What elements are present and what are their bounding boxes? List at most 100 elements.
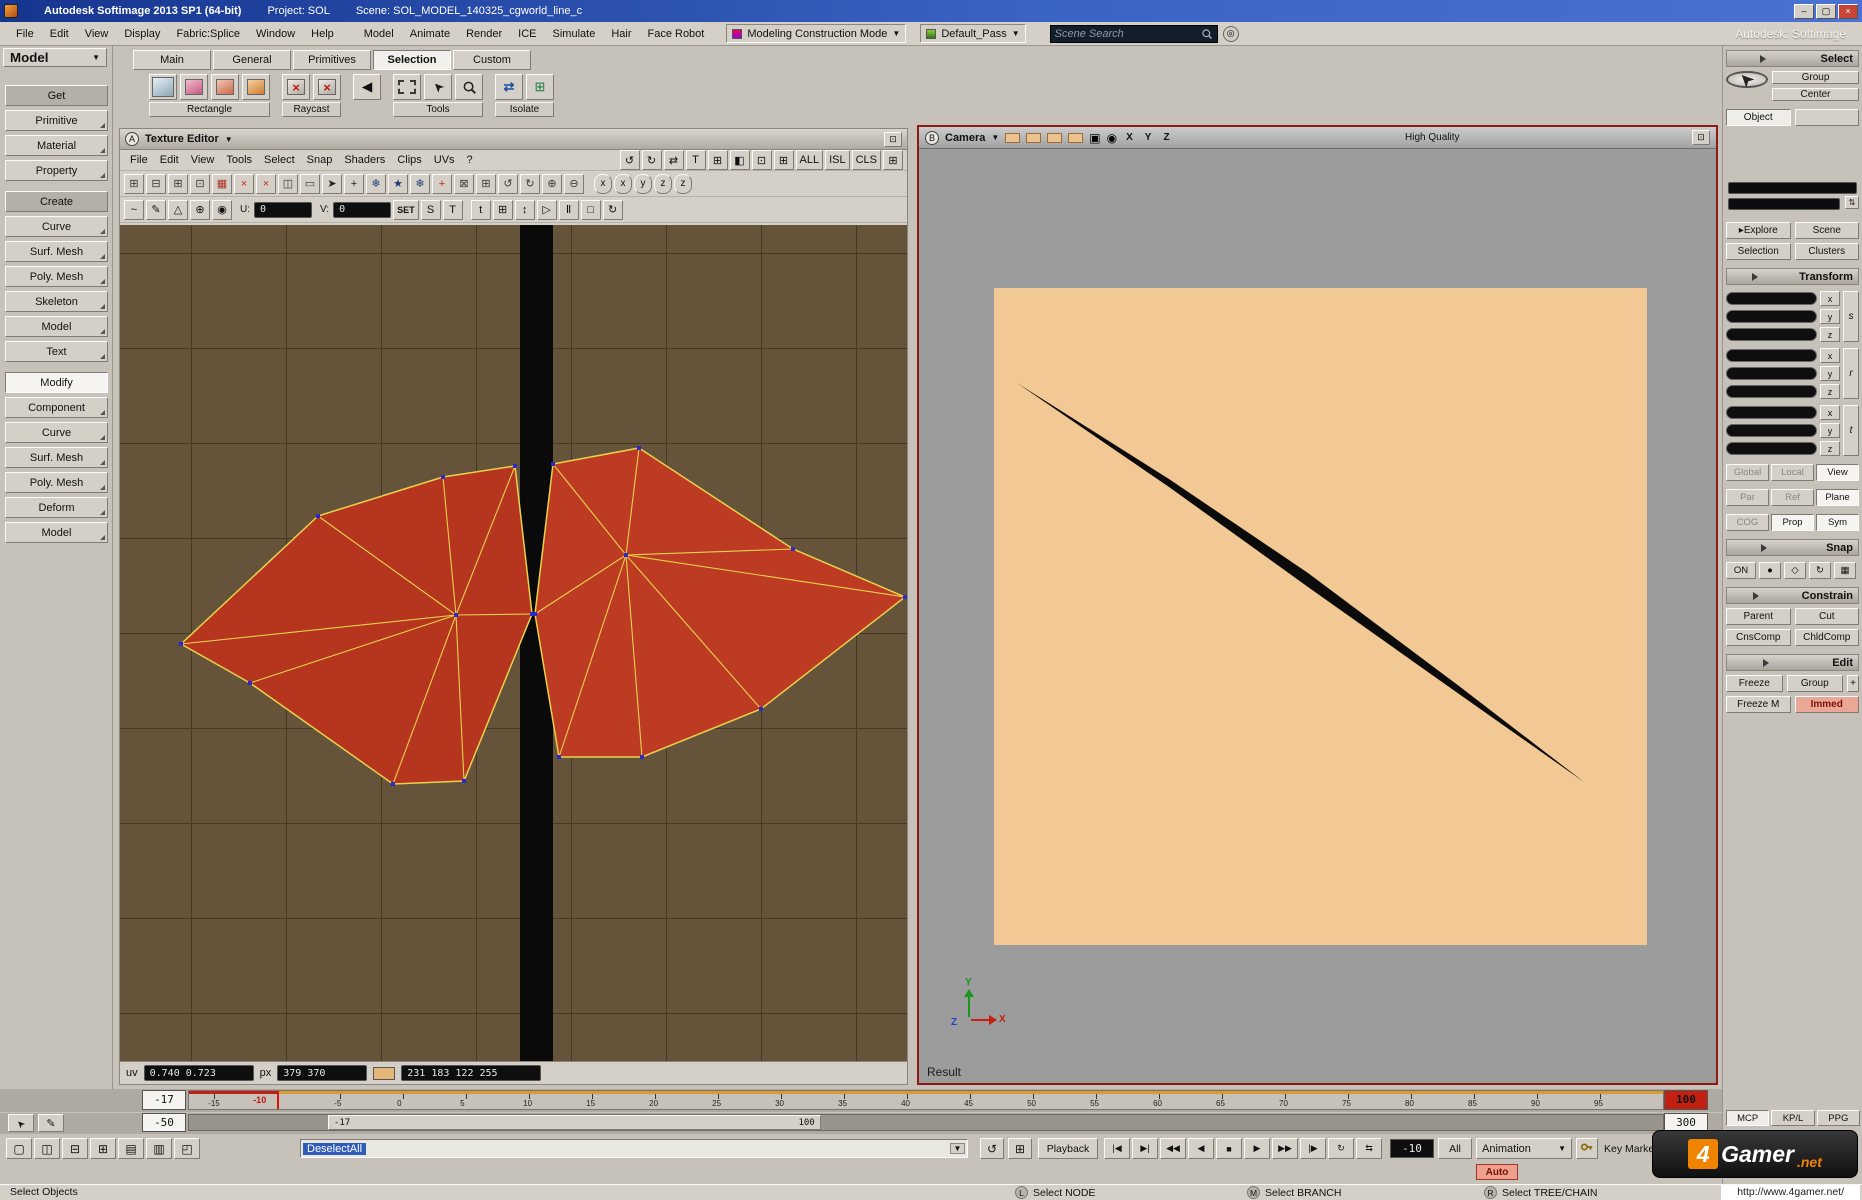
sidebar-button-material[interactable]: Material (5, 135, 108, 156)
pin-uv-icon[interactable]: ⊕ (190, 200, 210, 220)
ref-plane-button[interactable]: Plane (1816, 489, 1859, 506)
texture-editor-menu-item[interactable]: Snap (301, 152, 339, 168)
select-cube-orange-icon[interactable] (242, 74, 270, 100)
layout-hsplit-button[interactable]: ⊟ (62, 1138, 88, 1159)
sidebar-button-modify-curve[interactable]: Curve (5, 422, 108, 443)
freeze-m-button[interactable]: Freeze M (1726, 696, 1791, 713)
back-arrow-icon[interactable]: ◀ (353, 74, 381, 100)
selection-text-field-2[interactable] (1728, 198, 1840, 210)
rotate-y-field[interactable] (1726, 367, 1817, 380)
edit-group-button[interactable]: Group (1787, 675, 1844, 692)
show-cluster-button[interactable]: CLS (852, 150, 881, 170)
cnscomp-button[interactable]: CnsComp (1726, 629, 1791, 646)
module-menu-item[interactable]: Hair (603, 26, 639, 42)
translate-z-toggle[interactable]: z (1820, 441, 1840, 456)
minimize-button[interactable]: – (1794, 4, 1814, 19)
zoom-in-icon[interactable]: ⊕ (542, 174, 562, 194)
raycast-tool-label[interactable]: Raycast (282, 102, 341, 117)
rotate-y-toggle[interactable]: y (1820, 366, 1840, 381)
select-tool-button[interactable]: ➤ (1726, 71, 1768, 88)
chevron-down-icon[interactable]: ▼ (225, 135, 233, 144)
view-redo-icon[interactable]: ↻ (642, 150, 662, 170)
panel-letter-badge[interactable]: A (125, 132, 139, 146)
rectangle-tool-label[interactable]: Rectangle (149, 102, 270, 117)
layout-vsplit-button[interactable]: ◫ (34, 1138, 60, 1159)
sidebar-header-get[interactable]: Get (5, 85, 108, 106)
immed-button[interactable]: Immed (1795, 696, 1860, 713)
update-icon[interactable]: ↺ (980, 1138, 1004, 1159)
ref-mode-view-button[interactable]: View (1816, 464, 1859, 481)
scale-y-toggle[interactable]: y (1820, 309, 1840, 324)
display-swatch-2[interactable] (1026, 133, 1041, 143)
triangle-flip-icon[interactable]: △ (168, 200, 188, 220)
rotate-cw-icon[interactable]: ↻ (520, 174, 540, 194)
s-mode-button[interactable]: S (421, 200, 441, 220)
axis-x-toggle[interactable]: X (1126, 132, 1133, 143)
module-menu-item[interactable]: Render (458, 26, 510, 42)
scale-z-field[interactable] (1726, 328, 1817, 341)
cube-tool-icon[interactable] (149, 74, 177, 100)
uv-mesh-svg[interactable] (120, 225, 907, 1061)
freeze-button[interactable]: Freeze (1726, 675, 1783, 692)
scene-search[interactable] (1050, 25, 1218, 43)
relax-grid-icon[interactable]: ⊞ (493, 200, 513, 220)
selection-text-field[interactable] (1728, 182, 1857, 194)
rotate-z-toggle[interactable]: z (1820, 384, 1840, 399)
ref-mode-local-button[interactable]: Local (1771, 464, 1814, 481)
play-button[interactable]: ▶ (1244, 1138, 1270, 1159)
tab-main[interactable]: Main (133, 50, 211, 70)
add-icon[interactable]: + (1847, 675, 1859, 692)
sym-button[interactable]: Sym (1816, 514, 1859, 531)
mirror-uv-icon[interactable]: ◫ (278, 174, 298, 194)
chldcomp-button[interactable]: ChldComp (1795, 629, 1860, 646)
render-pass-select[interactable]: Default_Pass ▼ (920, 24, 1025, 43)
texture-editor-menu-item[interactable]: ? (461, 152, 479, 168)
scale-z-toggle[interactable]: z (1820, 327, 1840, 342)
sidebar-button-component[interactable]: Component (5, 397, 108, 418)
layout-custom-button[interactable]: ◰ (174, 1138, 200, 1159)
proportional-icon[interactable]: ◉ (212, 200, 232, 220)
snap-loop-icon[interactable]: ↻ (1809, 562, 1831, 579)
translate-x-toggle[interactable]: x (1820, 405, 1840, 420)
snap-point-icon[interactable]: ● (1759, 562, 1781, 579)
raycast-cube2-icon[interactable]: × (313, 74, 341, 100)
module-menu-item[interactable]: Animate (402, 26, 458, 42)
tab-general[interactable]: General (213, 50, 291, 70)
toolbar-mode-select[interactable]: Model ▼ (3, 48, 107, 67)
menubar-item[interactable]: Fabric:Splice (168, 26, 248, 42)
pointer-tool-icon[interactable]: ➤ (8, 1114, 34, 1132)
island-select-icon[interactable]: ⊠ (454, 174, 474, 194)
module-menu-item[interactable]: ICE (510, 26, 544, 42)
cog-button[interactable]: COG (1726, 514, 1769, 531)
display-shaded-icon[interactable]: ◧ (730, 150, 750, 170)
selection-combo[interactable]: DeselectAll ▼ (300, 1139, 968, 1158)
delete-uv-icon[interactable]: × (234, 174, 254, 194)
zoom-out-icon[interactable]: ⊖ (564, 174, 584, 194)
uv-grid-icon[interactable]: ⊞ (124, 174, 144, 194)
scale-x-field[interactable] (1726, 292, 1817, 305)
display-checker-icon[interactable]: ⊞ (774, 150, 794, 170)
show-island-button[interactable]: ISL (825, 150, 850, 170)
relax-stop-icon[interactable]: □ (581, 200, 601, 220)
menubar-item[interactable]: Display (116, 26, 168, 42)
translate-z-field[interactable] (1726, 442, 1817, 455)
pen-tool-icon[interactable]: ✎ (38, 1114, 64, 1132)
ref-mode-global-button[interactable]: Global (1726, 464, 1769, 481)
sidebar-button-modify-model[interactable]: Model (5, 522, 108, 543)
menubar-item[interactable]: View (77, 26, 117, 42)
step-back-button[interactable]: ◀ (1188, 1138, 1214, 1159)
snap-pixel-icon[interactable]: ★ (388, 174, 408, 194)
panel-maximize-icon[interactable]: ⊡ (884, 132, 902, 147)
raycast-cube-icon[interactable]: × (282, 74, 310, 100)
texture-editor-menu-item[interactable]: File (124, 152, 154, 168)
uv-viewport[interactable] (120, 225, 907, 1061)
constrain-cut-button[interactable]: Cut (1795, 608, 1860, 625)
realtime-toggle-button[interactable]: ⇆ (1356, 1138, 1382, 1159)
sidebar-button-property[interactable]: Property (5, 160, 108, 181)
search-options-icon[interactable]: ◎ (1223, 26, 1239, 42)
sidebar-button-curve[interactable]: Curve (5, 216, 108, 237)
module-menu-item[interactable]: Face Robot (639, 26, 712, 42)
mcp-tab-button[interactable]: MCP (1726, 1110, 1769, 1126)
rectangle-select-icon[interactable] (393, 74, 421, 100)
first-frame-button[interactable]: |◀ (1104, 1138, 1130, 1159)
